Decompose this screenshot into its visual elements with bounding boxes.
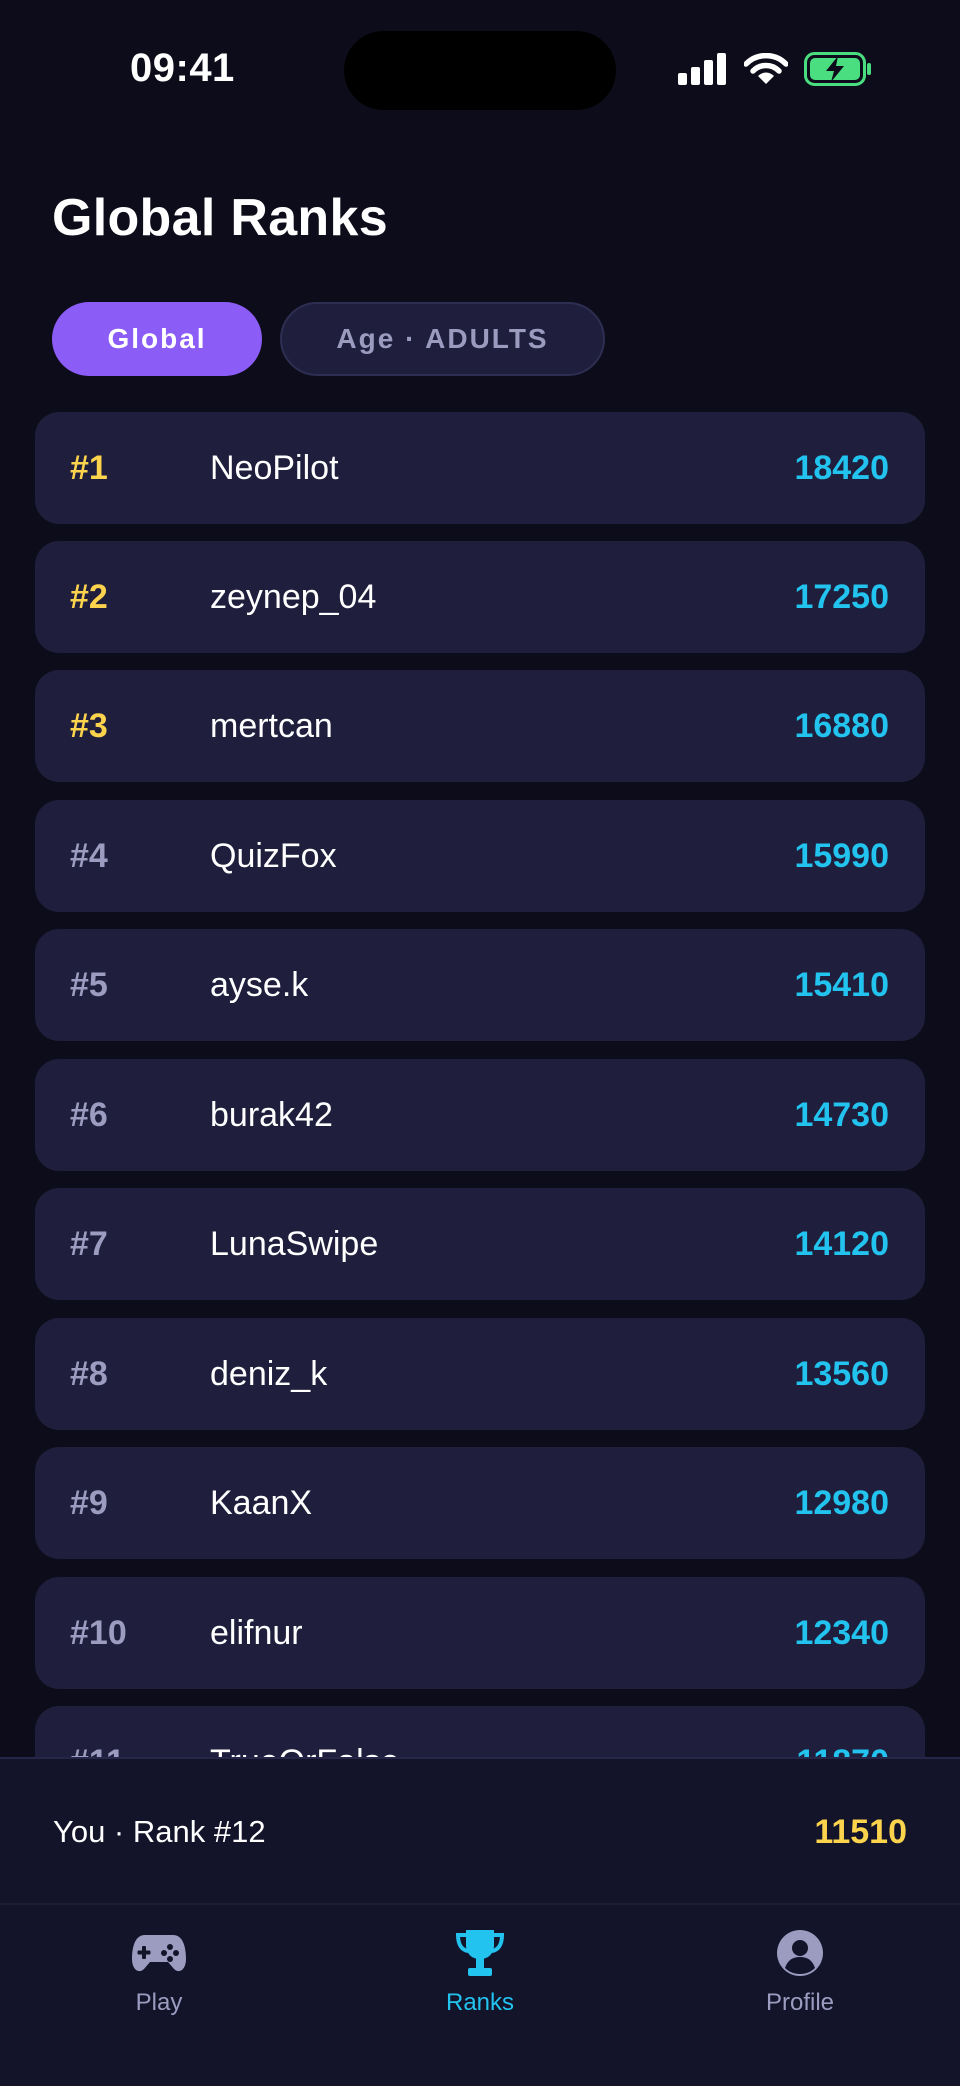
nav-label-play: Play — [135, 1989, 183, 2016]
rank-number: #7 — [70, 1225, 108, 1263]
rank-number: #11 — [70, 1706, 125, 1757]
player-name: QuizFox — [210, 837, 337, 875]
page-title: Global Ranks — [52, 189, 388, 247]
leaderboard-row[interactable]: #2 zeynep_04 17250 — [35, 541, 925, 653]
player-name: ayse.k — [210, 966, 309, 1004]
player-name: mertcan — [210, 707, 333, 745]
rank-number: #4 — [70, 837, 108, 875]
leaderboard-row[interactable]: #8 deniz_k 13560 — [35, 1318, 925, 1430]
status-time: 09:41 — [130, 46, 235, 90]
bottom-nav: Play Ranks Profile — [0, 1905, 960, 2086]
player-name: burak42 — [210, 1096, 333, 1134]
leaderboard-row[interactable]: #3 mertcan 16880 — [35, 670, 925, 782]
player-name: TrueOrFalse — [210, 1706, 400, 1757]
nav-label-profile: Profile — [765, 1989, 835, 2016]
status-bar: 09:41 — [0, 0, 960, 140]
nav-item-ranks[interactable]: Ranks — [380, 1925, 580, 2017]
player-score: 14730 — [794, 1096, 889, 1134]
user-icon — [777, 1930, 823, 1976]
player-score: 13560 — [794, 1355, 889, 1393]
player-score: 15990 — [794, 837, 889, 875]
tab-age-adults[interactable]: Age · ADULTS — [280, 302, 605, 376]
player-name: deniz_k — [210, 1355, 328, 1393]
leaderboard-list[interactable]: #1 NeoPilot 18420 #2 zeynep_04 17250 #3 … — [0, 410, 960, 1757]
leaderboard-row[interactable]: #9 KaanX 12980 — [35, 1447, 925, 1559]
player-score: 17250 — [794, 578, 889, 616]
player-name: elifnur — [210, 1614, 303, 1652]
rank-number: #3 — [70, 707, 108, 745]
leaderboard-row[interactable]: #5 ayse.k 15410 — [35, 929, 925, 1041]
player-score: 12980 — [794, 1484, 889, 1522]
leaderboard-row[interactable]: #4 QuizFox 15990 — [35, 800, 925, 912]
gamepad-icon — [132, 1935, 186, 1972]
leaderboard-row[interactable]: #1 NeoPilot 18420 — [35, 412, 925, 524]
player-score: 15410 — [794, 966, 889, 1004]
rank-number: #8 — [70, 1355, 108, 1393]
rank-number: #10 — [70, 1614, 127, 1652]
player-name: LunaSwipe — [210, 1225, 379, 1263]
rank-number: #9 — [70, 1484, 108, 1522]
player-score: 12340 — [794, 1614, 889, 1652]
current-user-label: You · Rank #12 — [53, 1814, 266, 1849]
nav-label-ranks: Ranks — [445, 1989, 515, 2016]
player-name: KaanX — [210, 1484, 313, 1522]
rank-number: #6 — [70, 1096, 108, 1134]
nav-item-profile[interactable]: Profile — [700, 1925, 900, 2017]
status-icons — [678, 52, 872, 86]
leaderboard-row[interactable]: #11 TrueOrFalse 11870 — [35, 1706, 925, 1757]
wifi-icon — [744, 53, 788, 84]
signal-icon — [678, 53, 726, 85]
player-score: 14120 — [794, 1225, 889, 1263]
player-name: zeynep_04 — [210, 578, 377, 616]
trophy-icon — [455, 1930, 505, 1976]
rank-number: #1 — [70, 449, 108, 487]
dynamic-island — [344, 31, 616, 110]
player-score: 16880 — [794, 707, 889, 745]
rank-number: #2 — [70, 578, 108, 616]
leaderboard-row[interactable]: #10 elifnur 12340 — [35, 1577, 925, 1689]
current-user-rank-bar[interactable]: You · Rank #12 11510 — [0, 1757, 960, 1905]
tab-global[interactable]: Global — [52, 302, 262, 376]
leaderboard-row[interactable]: #7 LunaSwipe 14120 — [35, 1188, 925, 1300]
player-name: NeoPilot — [210, 449, 339, 487]
filter-tabs: Global Age · ADULTS — [52, 302, 605, 376]
nav-item-play[interactable]: Play — [59, 1925, 259, 2017]
leaderboard-screen: 09:41 Global Ranks Global Age · ADULTS #… — [0, 0, 960, 2086]
player-score: 18420 — [794, 449, 889, 487]
rank-number: #5 — [70, 966, 108, 1004]
leaderboard-row[interactable]: #6 burak42 14730 — [35, 1059, 925, 1171]
current-user-score: 11510 — [814, 1813, 907, 1851]
battery-charging-icon — [804, 52, 871, 86]
player-score: 11870 — [796, 1706, 889, 1757]
